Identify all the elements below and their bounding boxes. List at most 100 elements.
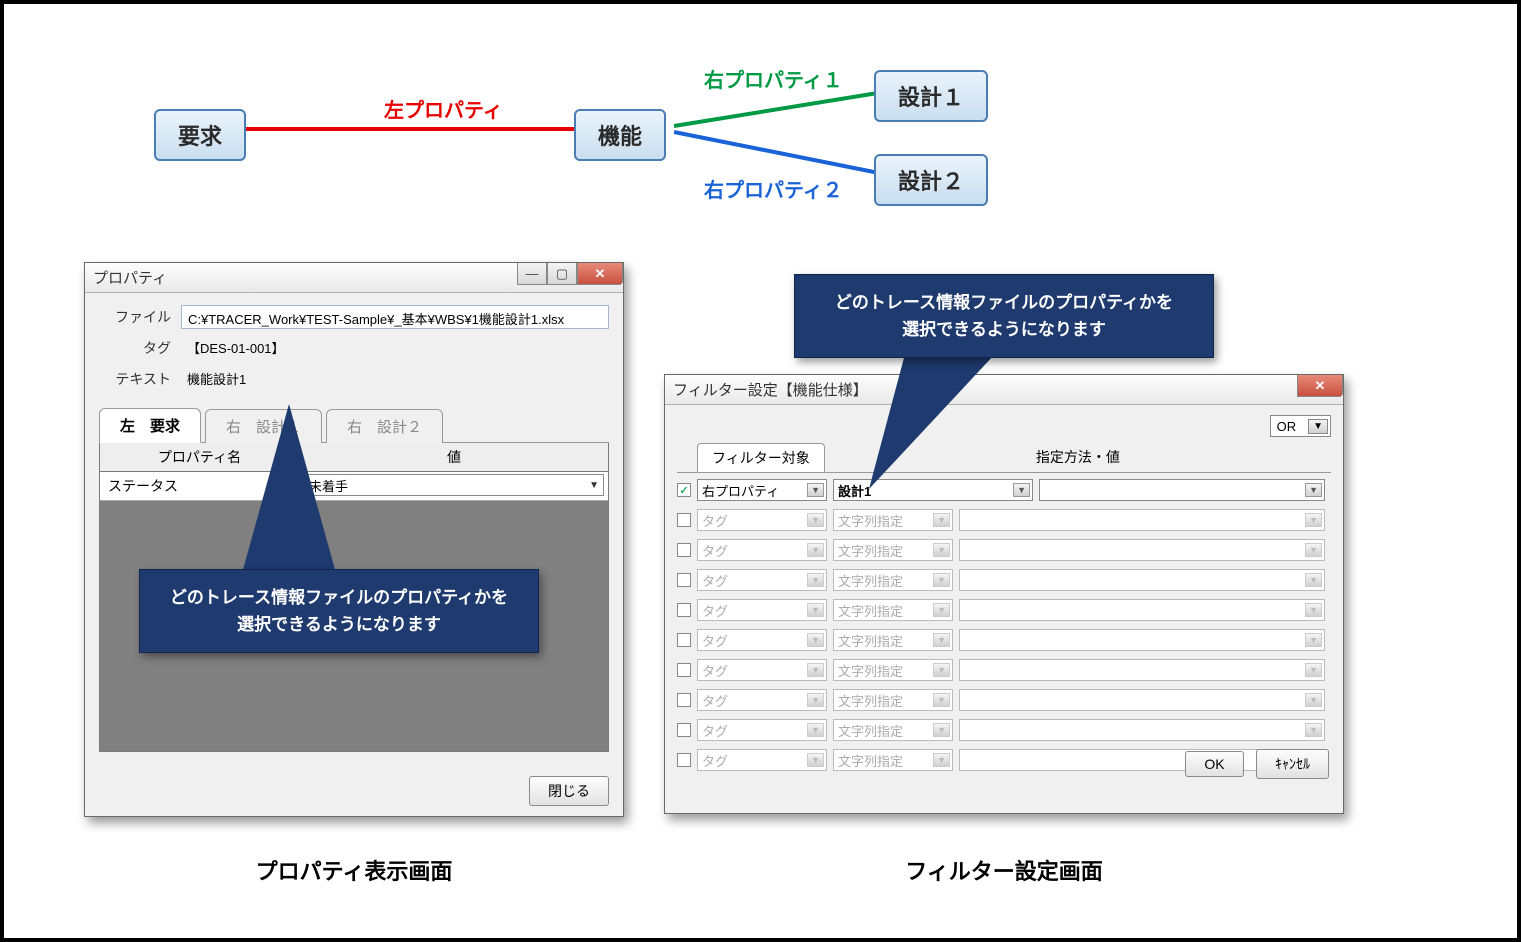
- chevron-down-icon: ▼: [1305, 663, 1322, 677]
- property-value-dropdown[interactable]: 未着手▼: [304, 474, 604, 496]
- tag-label: タグ: [99, 338, 171, 358]
- filter-target-dropdown[interactable]: タグ▼: [697, 539, 827, 561]
- chevron-down-icon: ▼: [807, 663, 824, 677]
- chevron-down-icon: ▼: [933, 513, 950, 527]
- minimize-button[interactable]: —: [517, 263, 547, 285]
- filter-method-dropdown[interactable]: 文字列指定▼: [833, 659, 953, 681]
- callout-property: どのトレース情報ファイルのプロパティかを 選択できるようになります: [139, 569, 539, 653]
- filter-checkbox[interactable]: [677, 543, 691, 557]
- filter-method-dropdown[interactable]: 文字列指定▼: [833, 719, 953, 741]
- relation-diagram: 要求 機能 設計１ 設計２ 左プロパティ 右プロパティ１ 右プロパティ２: [134, 54, 1034, 234]
- close-window-button[interactable]: ✕: [577, 263, 623, 285]
- callout2-line1: どのトレース情報ファイルのプロパティかを: [817, 289, 1191, 316]
- filter-rows: 右プロパティ▼設計1▼▼タグ▼文字列指定▼▼タグ▼文字列指定▼▼タグ▼文字列指定…: [677, 477, 1331, 773]
- chevron-down-icon: ▼: [1305, 543, 1322, 557]
- callout-line1: どのトレース情報ファイルのプロパティかを: [162, 584, 516, 611]
- close-window-button[interactable]: ✕: [1297, 375, 1343, 397]
- filter-checkbox[interactable]: [677, 633, 691, 647]
- label-left-property: 左プロパティ: [384, 94, 503, 123]
- chevron-down-icon: ▼: [807, 483, 824, 497]
- filter-target-dropdown[interactable]: タグ▼: [697, 749, 827, 771]
- chevron-down-icon: ▼: [933, 693, 950, 707]
- filter-value-dropdown[interactable]: ▼: [959, 719, 1325, 741]
- maximize-button[interactable]: ▢: [547, 263, 577, 285]
- filter-method-dropdown[interactable]: 文字列指定▼: [833, 749, 953, 771]
- property-dialog-titlebar[interactable]: プロパティ — ▢ ✕: [85, 263, 623, 293]
- chevron-down-icon: ▼: [807, 543, 824, 557]
- chevron-down-icon: ▼: [933, 723, 950, 737]
- property-dialog: プロパティ — ▢ ✕ ファイル C:¥TRACER_Work¥TEST-Sam…: [84, 262, 624, 817]
- property-grid-header: プロパティ名 値: [99, 443, 609, 472]
- filter-value-dropdown[interactable]: ▼: [959, 509, 1325, 531]
- filter-target-dropdown[interactable]: タグ▼: [697, 509, 827, 531]
- filter-row: タグ▼文字列指定▼▼: [677, 687, 1331, 713]
- text-value: 機能設計1: [181, 366, 609, 391]
- filter-row: タグ▼ 文字列指定▼ ▼: [677, 657, 1331, 683]
- filter-checkbox[interactable]: [677, 573, 691, 587]
- filter-checkbox[interactable]: [677, 723, 691, 737]
- callout2-line2: 選択できるようになります: [817, 316, 1191, 343]
- filter-value-dropdown[interactable]: ▼: [959, 629, 1325, 651]
- file-field[interactable]: C:¥TRACER_Work¥TEST-Sample¥_基本¥WBS¥1機能設計…: [181, 305, 609, 329]
- chevron-down-icon: ▼: [933, 603, 950, 617]
- chevron-down-icon: ▼: [1305, 693, 1322, 707]
- filter-target-dropdown[interactable]: タグ▼: [697, 569, 827, 591]
- chevron-down-icon: ▼: [1305, 633, 1322, 647]
- filter-checkbox[interactable]: [677, 753, 691, 767]
- node-design1: 設計１: [874, 70, 988, 122]
- filter-checkbox[interactable]: [677, 513, 691, 527]
- filter-target-header: フィルター対象: [697, 443, 825, 472]
- callout2-pointer: [849, 339, 1009, 499]
- property-dialog-title: プロパティ: [93, 267, 167, 288]
- caption-filter: フィルター設定画面: [854, 854, 1154, 886]
- filter-row: タグ▼ 文字列指定▼ ▼: [677, 537, 1331, 563]
- filter-method-dropdown[interactable]: 文字列指定▼: [833, 599, 953, 621]
- node-requirement: 要求: [154, 109, 246, 161]
- filter-value-dropdown[interactable]: ▼: [959, 569, 1325, 591]
- filter-target-dropdown[interactable]: タグ▼: [697, 659, 827, 681]
- node-design2: 設計２: [874, 154, 988, 206]
- filter-method-dropdown[interactable]: 文字列指定▼: [833, 629, 953, 651]
- window-buttons: ✕: [1297, 375, 1343, 397]
- filter-dialog-title: フィルター設定【機能仕様】: [673, 379, 868, 400]
- filter-method-dropdown[interactable]: 文字列指定▼: [833, 539, 953, 561]
- tag-value: 【DES-01-001】: [181, 335, 609, 360]
- cancel-button[interactable]: ｷｬﾝｾﾙ: [1256, 749, 1329, 779]
- filter-target-dropdown[interactable]: タグ▼: [697, 629, 827, 651]
- filter-checkbox[interactable]: [677, 663, 691, 677]
- close-button[interactable]: 閉じる: [529, 776, 609, 806]
- filter-checkbox[interactable]: [677, 603, 691, 617]
- chevron-down-icon: ▼: [807, 723, 824, 737]
- filter-method-dropdown[interactable]: 文字列指定▼: [833, 509, 953, 531]
- chevron-down-icon: ▼: [1305, 723, 1322, 737]
- chevron-down-icon: ▼: [807, 753, 824, 767]
- filter-target-dropdown[interactable]: 右プロパティ▼: [697, 479, 827, 501]
- filter-value-dropdown[interactable]: ▼: [959, 689, 1325, 711]
- filter-method-dropdown[interactable]: 文字列指定▼: [833, 569, 953, 591]
- filter-method-dropdown[interactable]: 文字列指定▼: [833, 689, 953, 711]
- ok-button[interactable]: OK: [1185, 751, 1243, 777]
- filter-value-dropdown[interactable]: ▼: [1039, 479, 1325, 501]
- chevron-down-icon: ▼: [807, 573, 824, 587]
- page-frame: 要求 機能 設計１ 設計２ 左プロパティ 右プロパティ１ 右プロパティ２ プロパ…: [0, 0, 1521, 942]
- filter-row: タグ▼文字列指定▼▼: [677, 597, 1331, 623]
- window-buttons: — ▢ ✕: [517, 263, 623, 285]
- file-label: ファイル: [99, 307, 171, 327]
- chevron-down-icon: ▼: [1305, 573, 1322, 587]
- chevron-down-icon: ▼: [807, 693, 824, 707]
- filter-value-dropdown[interactable]: ▼: [959, 599, 1325, 621]
- chevron-down-icon: ▼: [589, 480, 599, 491]
- node-function: 機能: [574, 109, 666, 161]
- chevron-down-icon: ▼: [933, 573, 950, 587]
- filter-target-dropdown[interactable]: タグ▼: [697, 599, 827, 621]
- filter-value-dropdown[interactable]: ▼: [959, 539, 1325, 561]
- filter-checkbox[interactable]: [677, 483, 691, 497]
- filter-checkbox[interactable]: [677, 693, 691, 707]
- logic-dropdown[interactable]: OR ▼: [1270, 415, 1331, 437]
- filter-target-dropdown[interactable]: タグ▼: [697, 719, 827, 741]
- filter-value-dropdown[interactable]: ▼: [959, 659, 1325, 681]
- chevron-down-icon: ▼: [807, 603, 824, 617]
- property-tab-0[interactable]: 左 要求: [99, 408, 201, 443]
- filter-target-dropdown[interactable]: タグ▼: [697, 689, 827, 711]
- chevron-down-icon: ▼: [933, 753, 950, 767]
